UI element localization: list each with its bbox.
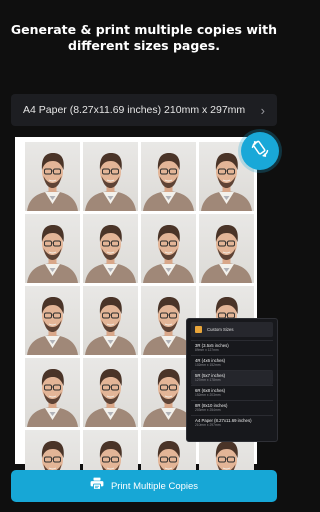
size-option[interactable]: A4 Paper (8.27x11.69 inches) 210mm x 297m… [191, 415, 273, 430]
portrait-photo [141, 142, 196, 211]
size-option-dimensions: 210mm x 297mm [195, 423, 221, 427]
size-option[interactable]: 6R (6x8 inches) 152mm x 203mm [191, 385, 273, 400]
size-option-dimensions: 102mm x 152mm [195, 363, 221, 367]
portrait-photo [141, 214, 196, 283]
headline-line-2: different sizes pages. [68, 38, 220, 53]
portrait-photo [25, 358, 80, 427]
print-multiple-copies-button[interactable]: Print Multiple Copies [11, 470, 277, 502]
headline-line-1: Generate & print multiple copies with [10, 22, 278, 37]
size-option-dimensions: 127mm x 178mm [195, 378, 221, 382]
portrait-photo [83, 214, 138, 283]
headline: Generate & print multiple copies with di… [10, 22, 278, 54]
sizes-panel: Custom Sizes 3R (3.5x5 inches) 89mm x 127… [186, 318, 278, 442]
portrait-photo [83, 142, 138, 211]
rotate-icon [250, 139, 270, 164]
paper-size-selector[interactable]: A4 Paper (8.27x11.69 inches) 210mm x 297… [11, 94, 277, 126]
portrait-photo [199, 214, 254, 283]
portrait-photo [25, 286, 80, 355]
paper-size-label: A4 Paper (8.27x11.69 inches) 210mm x 297… [23, 104, 246, 116]
size-option[interactable]: 4R (4x6 inches) 102mm x 152mm [191, 355, 273, 370]
size-option-dimensions: 152mm x 203mm [195, 393, 221, 397]
custom-size-icon [195, 326, 202, 333]
rotate-button[interactable] [241, 132, 279, 170]
portrait-photo [83, 286, 138, 355]
portrait-photo [25, 214, 80, 283]
print-button-label: Print Multiple Copies [110, 480, 199, 492]
printer-icon [90, 477, 104, 495]
portrait-photo [83, 358, 138, 427]
portrait-photo [25, 142, 80, 211]
size-option[interactable]: 8R (8x10 inches) 203mm x 254mm [191, 400, 273, 415]
size-option[interactable]: 5R (5x7 inches) 127mm x 178mm [191, 370, 273, 385]
sizes-panel-title: Custom Sizes [207, 327, 234, 332]
size-option[interactable]: 3R (3.5x5 inches) 89mm x 127mm [191, 340, 273, 355]
sizes-panel-header[interactable]: Custom Sizes [191, 322, 273, 337]
size-option-dimensions: 203mm x 254mm [195, 408, 221, 412]
size-list: 3R (3.5x5 inches) 89mm x 127mm 4R (4x6 inc… [191, 340, 273, 430]
chevron-right-icon: › [260, 102, 265, 118]
size-option-dimensions: 89mm x 127mm [195, 348, 219, 352]
